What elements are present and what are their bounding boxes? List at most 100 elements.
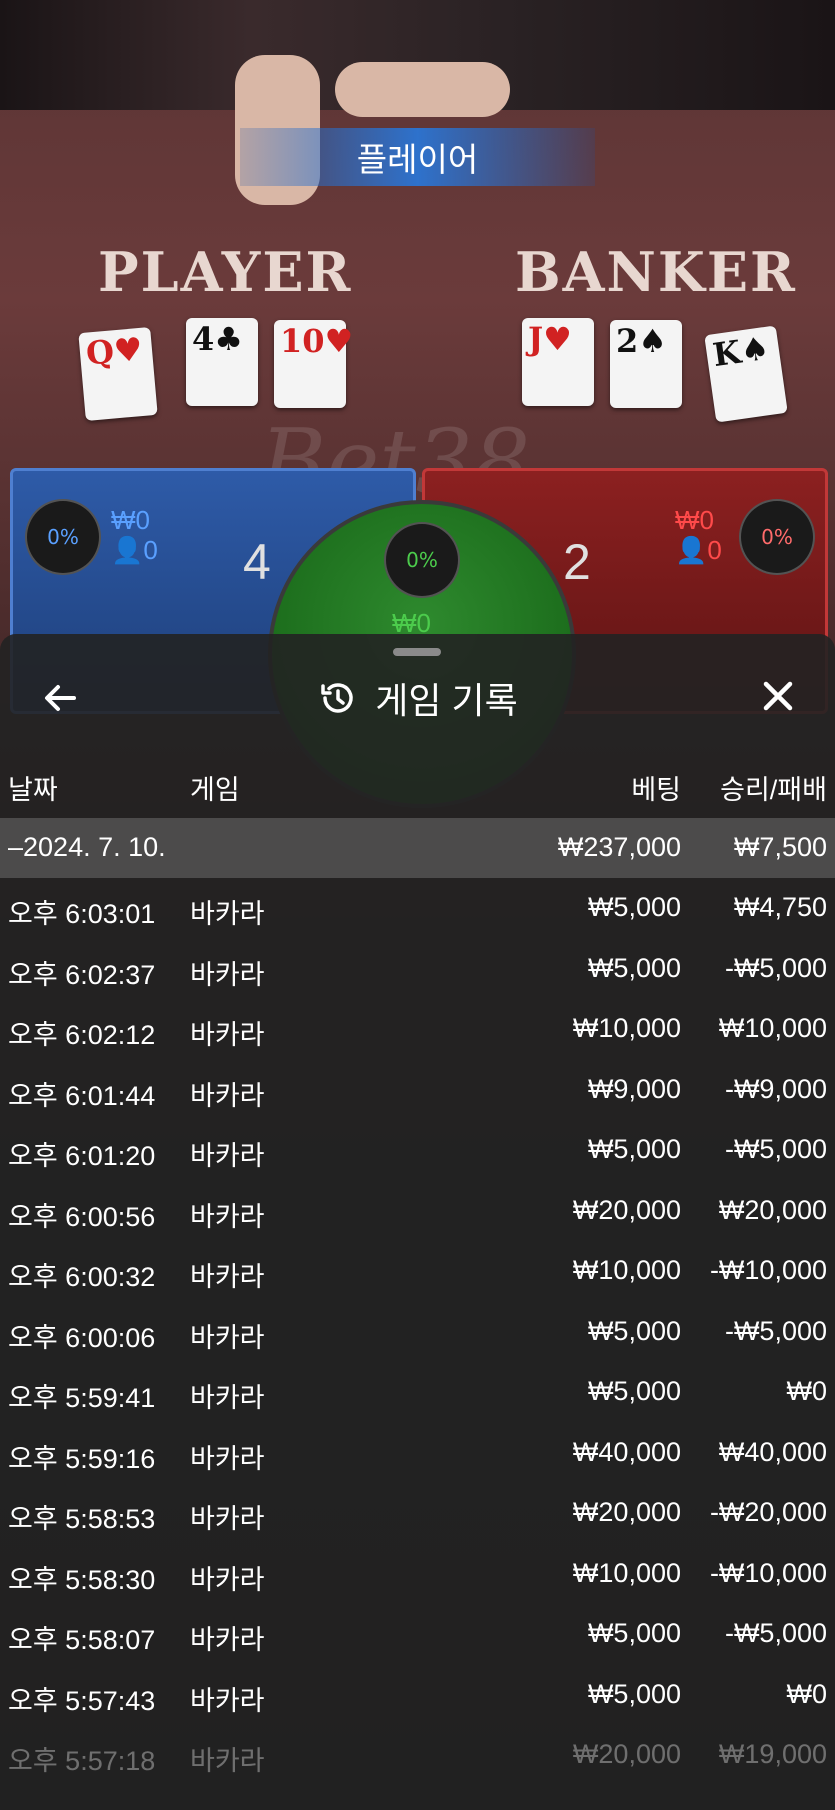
row-result: -₩10,000 [709,1557,827,1588]
row-game: 바카라 [190,1564,265,1595]
history-row[interactable]: 오후 5:57:18 바카라 ₩20,000 ₩19,000 [0,1725,835,1785]
row-bet: ₩5,000 [587,892,681,922]
history-row[interactable]: 오후 6:00:06 바카라 ₩5,000 -₩5,000 [0,1302,835,1362]
row-result: -₩5,000 [724,952,827,983]
close-button[interactable] [756,674,800,718]
player-label: PLAYER [98,240,353,304]
history-row[interactable]: 오후 5:58:53 바카라 ₩20,000 -₩20,000 [0,1483,835,1543]
player-amount: ₩0 [111,505,150,535]
result-banner: 플레이어 [240,128,595,186]
row-result: ₩10,000 [718,1013,827,1043]
row-result: -₩5,000 [724,1315,827,1346]
banker-card-1: J♥ [522,318,594,406]
row-bet: ₩5,000 [587,1315,681,1346]
dealer-hand-right [335,62,510,117]
row-date: 오후 6:01:20 [8,1141,156,1171]
column-header-bet: 베팅 [631,775,681,805]
row-bet: ₩20,000 [572,1497,681,1527]
row-bet: ₩10,000 [572,1013,681,1043]
player-card-2: 4♣ [186,318,258,406]
history-row[interactable]: 오후 5:59:16 바카라 ₩40,000 ₩40,000 [0,1423,835,1483]
row-result: -₩10,000 [709,1255,827,1285]
row-result: ₩0 [786,1376,828,1406]
row-result: -₩5,000 [724,1618,827,1648]
row-game: 바카라 [190,899,265,929]
banker-count: 👤0 [675,535,722,565]
row-date: 오후 6:00:56 [8,1201,156,1232]
banker-card-2: 2♠ [610,320,682,408]
history-row[interactable]: 오후 5:58:30 바카라 ₩10,000 -₩10,000 [0,1544,835,1604]
column-header-date: 날짜 [8,775,58,805]
history-row[interactable]: 오후 5:57:43 바카라 ₩5,000 ₩0 [0,1665,835,1725]
row-result: ₩0 [786,1678,828,1709]
date-summary-row[interactable]: –2024. 7. 10. ₩237,000 ₩7,500 [0,818,835,878]
row-date: 오후 6:00:32 [8,1262,156,1292]
sheet-title-text: 게임 기록 [375,680,518,721]
row-bet: ₩5,000 [587,952,681,983]
banker-card-3: K♠ [704,325,788,423]
row-date: 오후 5:58:53 [8,1504,156,1534]
row-bet: ₩9,000 [587,1073,681,1104]
row-result: ₩40,000 [718,1436,827,1467]
row-result: ₩20,000 [718,1194,827,1225]
history-row[interactable]: 오후 6:02:12 바카라 ₩10,000 ₩10,000 [0,999,835,1059]
history-row[interactable]: 오후 5:59:41 바카라 ₩5,000 ₩0 [0,1362,835,1422]
row-date: 오후 5:58:30 [8,1564,156,1595]
row-game: 바카라 [190,1322,265,1353]
row-game: 바카라 [190,1746,265,1776]
history-row[interactable]: 오후 6:01:44 바카라 ₩9,000 -₩9,000 [0,1060,835,1120]
row-game: 바카라 [190,1504,265,1534]
row-date: 오후 5:59:41 [8,1383,156,1413]
row-game: 바카라 [190,1201,265,1232]
history-row[interactable]: 오후 6:02:37 바카라 ₩5,000 -₩5,000 [0,939,835,999]
row-date: 오후 6:00:06 [8,1322,156,1353]
row-result: -₩9,000 [724,1073,827,1104]
user-icon: 👤 [675,535,708,565]
row-date: 오후 5:58:07 [8,1625,156,1655]
row-bet: ₩20,000 [572,1739,681,1769]
history-icon [321,683,353,713]
user-icon: 👤 [111,535,144,565]
row-date: 오후 6:02:12 [8,1020,156,1050]
row-game: 바카라 [190,1141,265,1171]
row-date: 오후 6:01:44 [8,1080,156,1111]
history-row[interactable]: 오후 6:00:32 바카라 ₩10,000 -₩10,000 [0,1241,835,1301]
row-bet: ₩5,000 [587,1134,681,1164]
row-bet: ₩5,000 [587,1678,681,1709]
row-result: -₩5,000 [724,1134,827,1164]
row-result: -₩20,000 [709,1497,827,1527]
sheet-header: 게임 기록 [0,664,835,730]
row-game: 바카라 [190,1080,265,1111]
summary-result-total: ₩7,500 [733,832,827,862]
row-game: 바카라 [190,959,265,990]
row-game: 바카라 [190,1383,265,1413]
tie-percent-ring: 0% [384,522,460,598]
player-score: 4 [243,534,271,590]
row-bet: ₩20,000 [572,1194,681,1225]
row-game: 바카라 [190,1625,265,1655]
banker-amount: ₩0 [675,505,714,535]
dealer-video [0,0,835,205]
row-date: 오후 6:03:01 [8,899,156,929]
history-row[interactable]: 오후 5:58:07 바카라 ₩5,000 -₩5,000 [0,1604,835,1664]
player-card-1: Q♥ [78,327,158,421]
row-date: 오후 5:59:16 [8,1443,156,1474]
row-bet: ₩5,000 [587,1618,681,1648]
row-bet: ₩40,000 [572,1436,681,1467]
row-game: 바카라 [190,1443,265,1474]
banker-score: 2 [563,534,591,590]
row-result: ₩19,000 [718,1739,827,1769]
row-game: 바카라 [190,1262,265,1292]
history-row[interactable]: 오후 6:01:20 바카라 ₩5,000 -₩5,000 [0,1120,835,1180]
player-count: 👤0 [111,535,158,565]
sheet-drag-handle[interactable] [393,648,441,656]
history-row[interactable]: 오후 6:03:01 바카라 ₩5,000 ₩4,750 [0,878,835,938]
row-game: 바카라 [190,1685,265,1716]
row-date: 오후 5:57:43 [8,1685,156,1716]
player-percent-ring: 0% [25,499,101,575]
row-bet: ₩5,000 [587,1376,681,1406]
row-result: ₩4,750 [733,892,827,922]
sheet-title: 게임 기록 [0,672,835,724]
summary-date: –2024. 7. 10. [8,832,166,862]
history-row[interactable]: 오후 6:00:56 바카라 ₩20,000 ₩20,000 [0,1181,835,1241]
